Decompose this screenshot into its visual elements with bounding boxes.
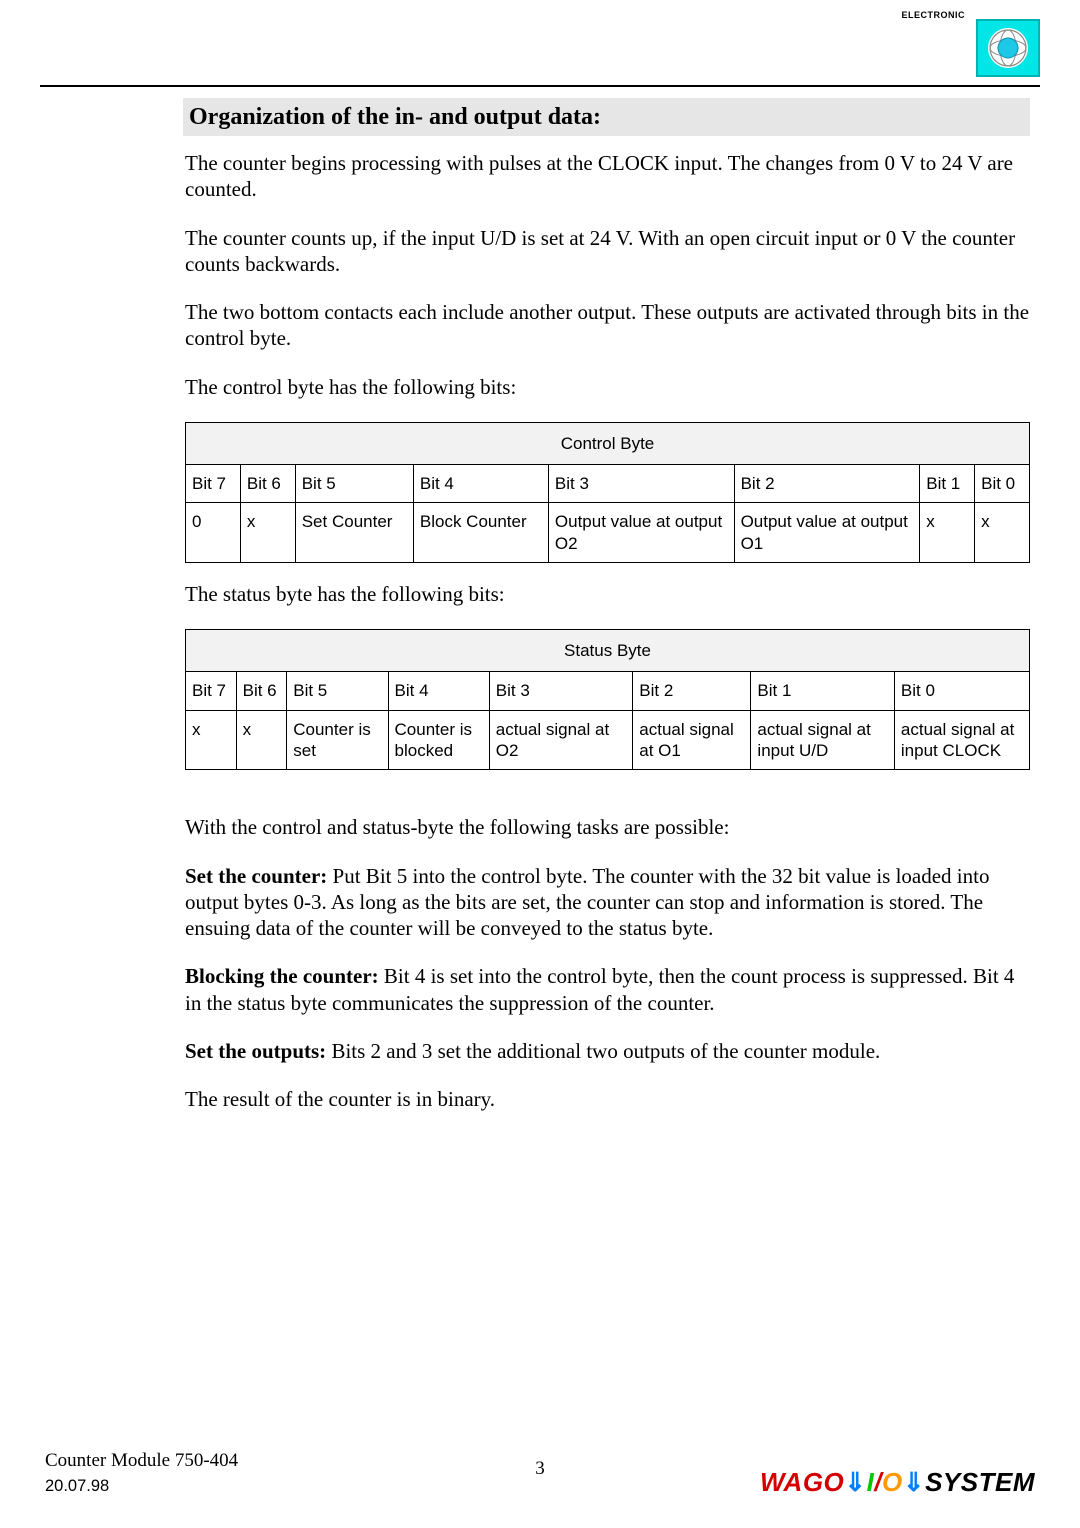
table-cell: Bit 4 (388, 672, 489, 710)
paragraph: The two bottom contacts each include ano… (185, 299, 1030, 352)
table-cell: Bit 7 (186, 465, 241, 503)
main-content: Organization of the in- and output data:… (0, 88, 1080, 1112)
table-cell: Output value at output O1 (734, 503, 920, 563)
brand-o: O (882, 1467, 903, 1497)
page-header: ELECTRONIC (0, 0, 1080, 88)
paragraph: The status byte has the following bits: (185, 581, 1030, 607)
table-cell: Bit 3 (489, 672, 632, 710)
table-cell: Output value at output O2 (548, 503, 734, 563)
header-rule (40, 85, 1040, 87)
status-byte-table: Status Byte Bit 7 Bit 6 Bit 5 Bit 4 Bit … (185, 629, 1030, 770)
table-cell: Bit 4 (413, 465, 548, 503)
page-footer: Counter Module 750-404 20.07.98 WAGO⇓I/O… (0, 1448, 1080, 1498)
table-cell: actual signal at input CLOCK (894, 710, 1029, 770)
set-outputs-label: Set the outputs: (185, 1039, 326, 1063)
set-counter-label: Set the counter: (185, 864, 327, 888)
paragraph: The control byte has the following bits: (185, 374, 1030, 400)
brand-logo (976, 19, 1040, 77)
table-cell: Bit 2 (734, 465, 920, 503)
table-cell: Bit 6 (236, 672, 287, 710)
table-cell: Bit 1 (751, 672, 894, 710)
table-cell: Bit 5 (287, 672, 388, 710)
table-header-row: Bit 7 Bit 6 Bit 5 Bit 4 Bit 3 Bit 2 Bit … (186, 672, 1030, 710)
paragraph: The counter counts up, if the input U/D … (185, 225, 1030, 278)
table-cell: x (920, 503, 975, 563)
paragraph: The counter begins processing with pulse… (185, 150, 1030, 203)
table-row: x x Counter is set Counter is blocked ac… (186, 710, 1030, 770)
table-cell: Bit 0 (975, 465, 1030, 503)
section-title: Organization of the in- and output data: (183, 98, 1030, 136)
table-cell: Bit 3 (548, 465, 734, 503)
table-cell: actual signal at O2 (489, 710, 632, 770)
table-cell: x (236, 710, 287, 770)
brand-wago: WAGO (760, 1467, 844, 1497)
footer-date: 20.07.98 (45, 1475, 238, 1498)
brand-slash: / (874, 1467, 882, 1497)
table-cell: actual signal at O1 (633, 710, 751, 770)
set-outputs-text: Bits 2 and 3 set the additional two outp… (326, 1039, 880, 1063)
table-cell: Block Counter (413, 503, 548, 563)
table-cell: Bit 6 (240, 465, 295, 503)
table-title: Control Byte (186, 422, 1030, 464)
table-cell: Counter is blocked (388, 710, 489, 770)
paragraph: Set the outputs: Bits 2 and 3 set the ad… (185, 1038, 1030, 1064)
electronic-label: ELECTRONIC (902, 10, 966, 20)
block-counter-label: Blocking the counter: (185, 964, 379, 988)
table-cell: Bit 0 (894, 672, 1029, 710)
paragraph: With the control and status-byte the fol… (185, 814, 1030, 840)
table-cell: Bit 2 (633, 672, 751, 710)
brand-wordmark: WAGO⇓I/O⇓SYSTEM (760, 1467, 1035, 1498)
table-cell: Bit 1 (920, 465, 975, 503)
paragraph: Blocking the counter: Bit 4 is set into … (185, 963, 1030, 1016)
brand-system: SYSTEM (925, 1467, 1035, 1497)
logo-globe-icon (988, 28, 1028, 68)
table-cell: actual signal at input U/D (751, 710, 894, 770)
table-cell: Bit 5 (295, 465, 413, 503)
paragraph: Set the counter: Put Bit 5 into the cont… (185, 863, 1030, 942)
table-cell: Set Counter (295, 503, 413, 563)
table-cell: 0 (186, 503, 241, 563)
down-arrow-icon: ⇓ (844, 1467, 866, 1497)
down-arrow-icon: ⇓ (903, 1467, 925, 1497)
table-cell: Bit 7 (186, 672, 237, 710)
table-cell: Counter is set (287, 710, 388, 770)
control-byte-table: Control Byte Bit 7 Bit 6 Bit 5 Bit 4 Bit… (185, 422, 1030, 563)
paragraph: The result of the counter is in binary. (185, 1086, 1030, 1112)
table-title: Status Byte (186, 630, 1030, 672)
table-cell: x (975, 503, 1030, 563)
footer-left: Counter Module 750-404 20.07.98 (45, 1448, 238, 1498)
table-cell: x (186, 710, 237, 770)
table-row: 0 x Set Counter Block Counter Output val… (186, 503, 1030, 563)
table-header-row: Bit 7 Bit 6 Bit 5 Bit 4 Bit 3 Bit 2 Bit … (186, 465, 1030, 503)
footer-doc-title: Counter Module 750-404 (45, 1448, 238, 1475)
table-cell: x (240, 503, 295, 563)
